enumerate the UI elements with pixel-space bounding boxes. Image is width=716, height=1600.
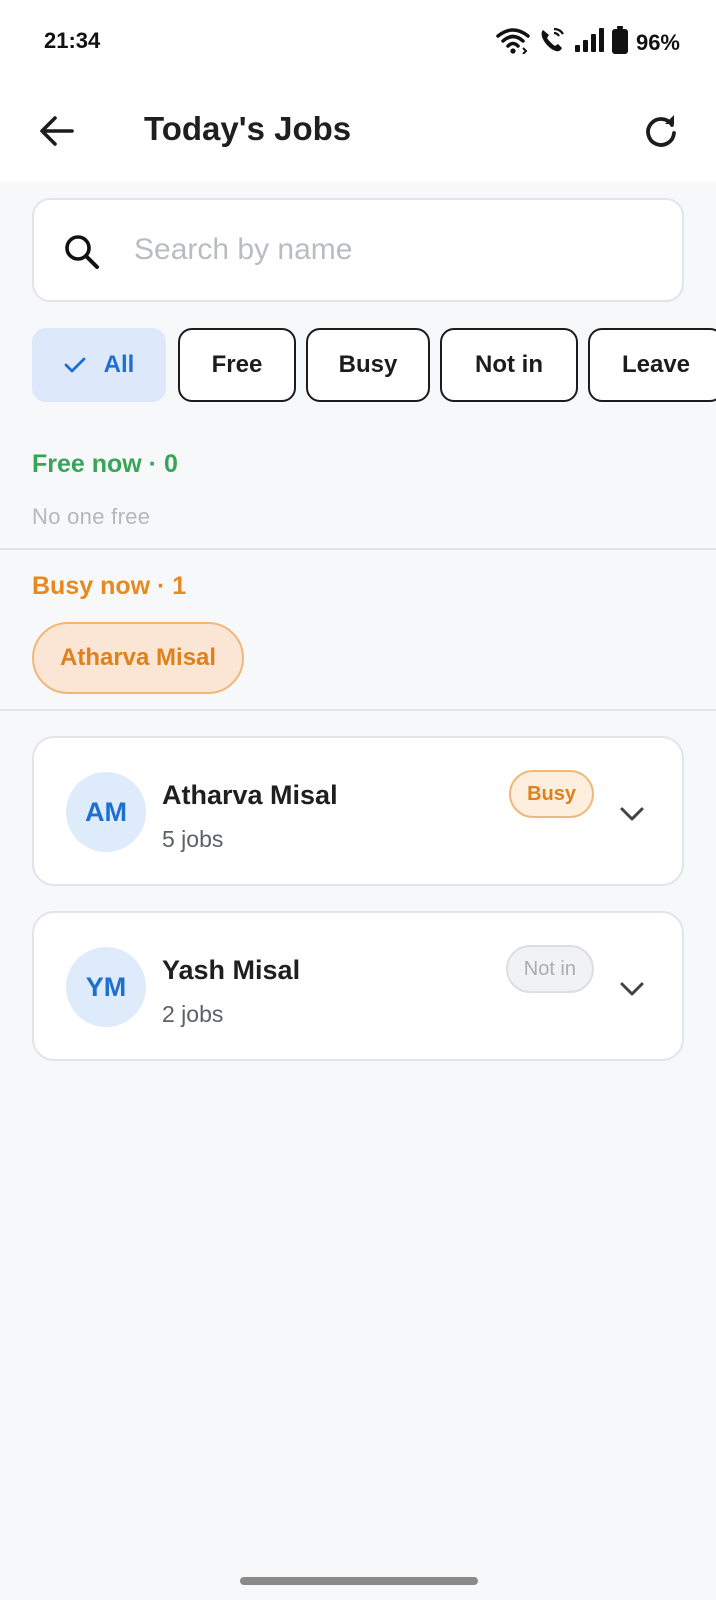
status-badge: Busy	[509, 770, 594, 818]
divider	[0, 709, 716, 711]
status-bar: 21:34 96%	[0, 0, 716, 84]
free-now-heading: Free now · 0	[32, 450, 178, 478]
avatar: YM	[66, 947, 146, 1027]
search-input[interactable]	[134, 222, 654, 278]
divider	[0, 548, 716, 550]
battery-percent: 96%	[635, 29, 680, 55]
search-box[interactable]	[32, 198, 684, 302]
filter-chip-label: Not in	[475, 351, 543, 378]
wifi-calling-icon	[538, 26, 566, 59]
person-card[interactable]: YM Yash Misal 2 jobs Not in	[32, 911, 684, 1061]
filter-chip-label: Free	[211, 351, 263, 378]
expand-button[interactable]	[612, 969, 652, 1009]
app-bar: Today's Jobs	[0, 84, 716, 182]
busy-person-chip[interactable]: Atharva Misal	[32, 622, 245, 694]
filter-chip-all[interactable]: All	[32, 328, 166, 402]
page-title: Today's Jobs	[144, 110, 352, 147]
person-name: Yash Misal	[162, 955, 301, 985]
filter-chip-not-in[interactable]: Not in	[440, 328, 578, 402]
expand-button[interactable]	[612, 794, 652, 834]
person-job-count: 5 jobs	[162, 826, 224, 852]
filter-chip-label: Leave	[621, 351, 691, 378]
chevron-down-icon	[620, 982, 644, 996]
status-time: 21:34	[44, 28, 101, 53]
person-job-count: 2 jobs	[162, 1001, 224, 1027]
wifi-icon	[496, 26, 530, 59]
search-icon	[65, 235, 99, 269]
person-card[interactable]: AM Atharva Misal 5 jobs Busy	[32, 736, 684, 886]
refresh-icon	[646, 115, 676, 147]
busy-now-heading: Busy now · 1	[32, 572, 187, 600]
filter-chip-busy[interactable]: Busy	[306, 328, 430, 402]
filter-chip-free[interactable]: Free	[178, 328, 296, 402]
home-indicator[interactable]	[240, 1577, 478, 1585]
refresh-button[interactable]	[636, 106, 686, 156]
check-icon	[64, 357, 86, 373]
back-button[interactable]	[32, 106, 82, 156]
filter-chips: All Free Busy Not in Leave	[32, 328, 716, 402]
status-badge: Not in	[505, 945, 594, 993]
avatar: AM	[66, 772, 146, 852]
battery-icon	[611, 26, 628, 59]
signal-icon	[574, 27, 604, 58]
free-empty-text: No one free	[32, 504, 151, 529]
chevron-down-icon	[620, 807, 644, 821]
filter-chip-label: All	[103, 351, 135, 378]
arrow-left-icon	[40, 116, 74, 146]
status-icons: 96%	[496, 26, 680, 59]
filter-chip-label: Busy	[338, 351, 398, 378]
filter-chip-leave[interactable]: Leave	[588, 328, 716, 402]
person-name: Atharva Misal	[162, 780, 338, 810]
